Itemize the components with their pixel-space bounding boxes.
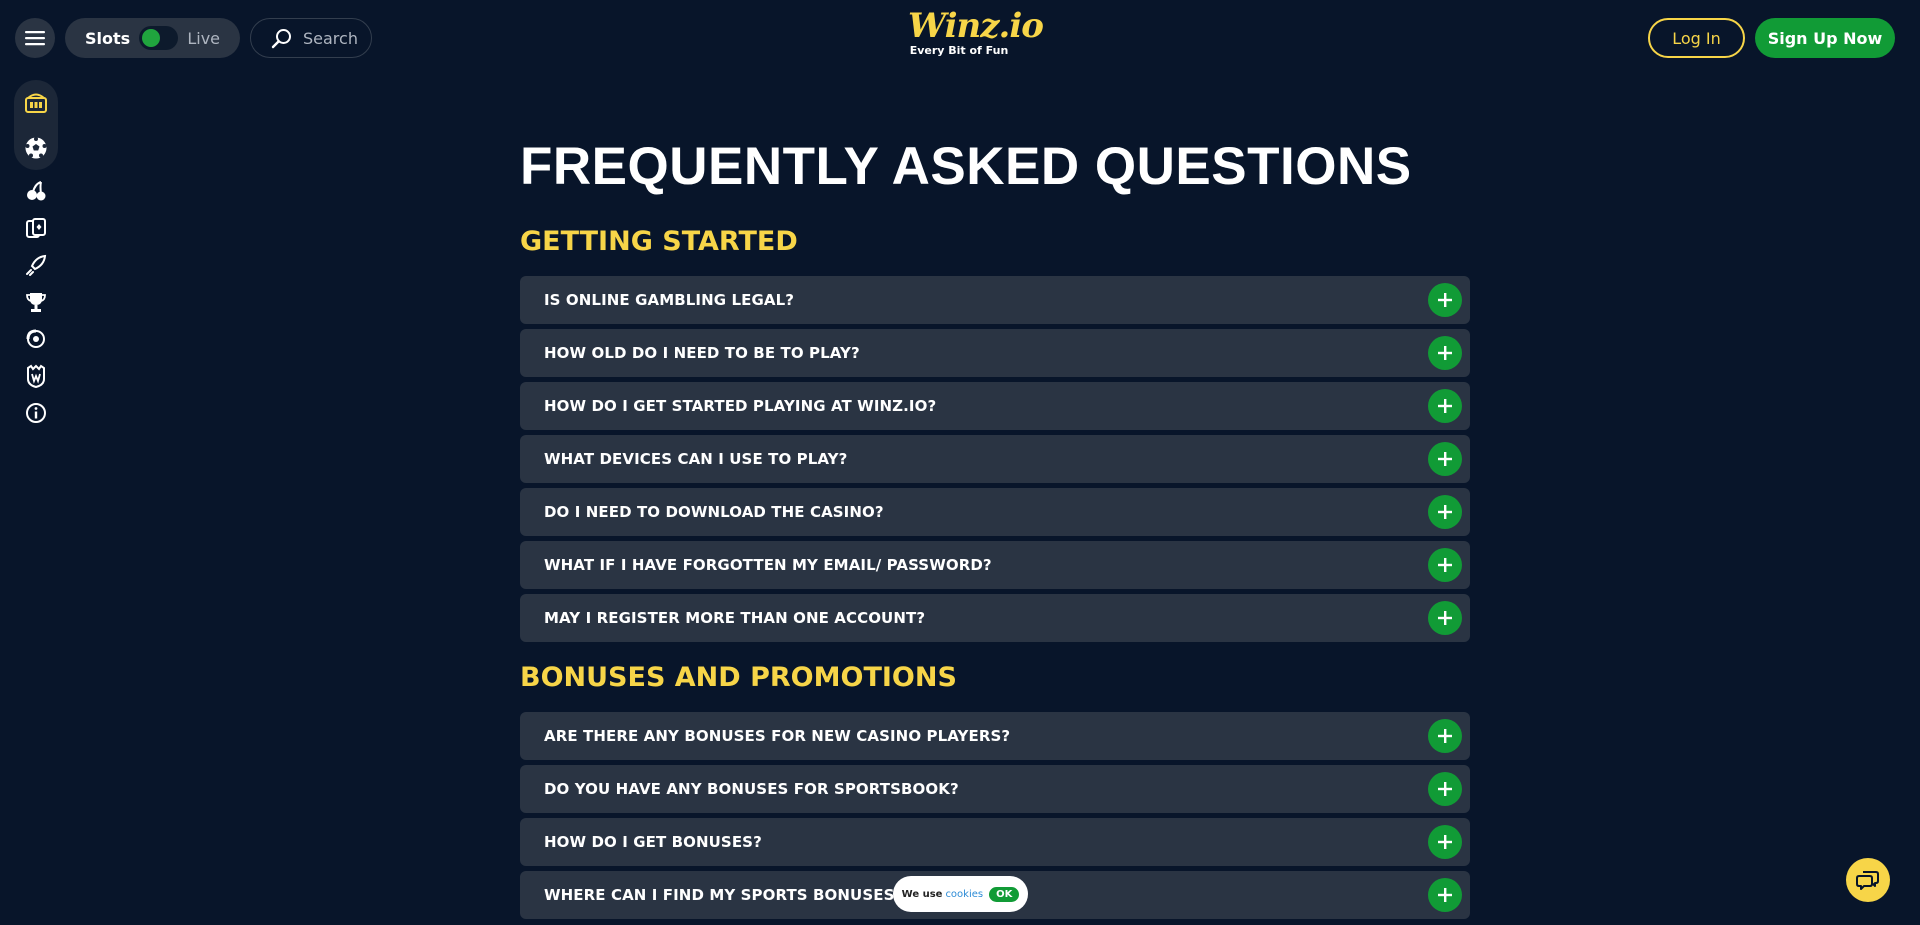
mode-switch[interactable] (139, 26, 179, 50)
toggle-label-slots[interactable]: Slots (85, 29, 130, 48)
faq-item[interactable]: HOW DO I GET STARTED PLAYING AT WINZ.IO? (520, 382, 1470, 430)
faq-question: IS ONLINE GAMBLING LEGAL? (544, 291, 795, 309)
plus-icon[interactable] (1428, 442, 1462, 476)
faq-question: DO YOU HAVE ANY BONUSES FOR SPORTSBOOK? (544, 780, 959, 798)
plus-icon[interactable] (1428, 336, 1462, 370)
cookie-link[interactable]: cookies (945, 889, 983, 900)
faq-question: DO I NEED TO DOWNLOAD THE CASINO? (544, 503, 884, 521)
login-button[interactable]: Log In (1648, 18, 1745, 58)
plus-icon[interactable] (1428, 601, 1462, 635)
top-bar: Slots Live Search Winz.io Every Bit of F… (0, 0, 1920, 76)
search-icon (271, 29, 291, 49)
faq-item[interactable]: ARE THERE ANY BONUSES FOR NEW CASINO PLA… (520, 712, 1470, 760)
chat-button[interactable] (1846, 858, 1890, 902)
cookie-ok-button[interactable]: OK (989, 886, 1020, 902)
faq-item[interactable]: WHAT DEVICES CAN I USE TO PLAY? (520, 435, 1470, 483)
faq-question: ARE THERE ANY BONUSES FOR NEW CASINO PLA… (544, 727, 1011, 745)
faq-question: WHERE CAN I FIND MY SPORTS BONUSES? (544, 886, 904, 904)
soccer-ball-icon[interactable] (14, 129, 58, 166)
faq-item[interactable]: IS ONLINE GAMBLING LEGAL? (520, 276, 1470, 324)
menu-button[interactable] (15, 18, 55, 58)
faq-question: WHAT DEVICES CAN I USE TO PLAY? (544, 450, 848, 468)
faq-item[interactable]: MAY I REGISTER MORE THAN ONE ACCOUNT? (520, 594, 1470, 642)
plus-icon[interactable] (1428, 548, 1462, 582)
plus-icon[interactable] (1428, 495, 1462, 529)
chat-icon (1856, 871, 1879, 890)
faq-item[interactable]: DO I NEED TO DOWNLOAD THE CASINO? (520, 488, 1470, 536)
faq-list-getting-started: IS ONLINE GAMBLING LEGAL? HOW OLD DO I N… (520, 276, 1470, 642)
faq-item[interactable]: HOW OLD DO I NEED TO BE TO PLAY? (520, 329, 1470, 377)
plus-icon[interactable] (1428, 878, 1462, 912)
section-title-getting-started: GETTING STARTED (520, 226, 798, 257)
sidebar-mode-pill (14, 80, 58, 170)
cookie-text: We use (901, 888, 943, 900)
toggle-label-live[interactable]: Live (187, 29, 220, 48)
plus-icon[interactable] (1428, 389, 1462, 423)
switch-knob (142, 29, 161, 47)
logo-tagline: Every Bit of Fun (909, 44, 1009, 57)
sidebar (14, 80, 58, 431)
search-input[interactable]: Search (250, 18, 372, 58)
faq-page: FREQUENTLY ASKED QUESTIONS GETTING START… (520, 130, 1470, 924)
trophy-icon[interactable] (14, 283, 58, 320)
winz-crest-icon[interactable] (14, 357, 58, 394)
logo-text: Winz.io (908, 6, 1044, 46)
plus-icon[interactable] (1428, 825, 1462, 859)
hamburger-icon (25, 31, 45, 46)
winz-logo[interactable]: Winz.io Every Bit of Fun (908, 6, 1044, 62)
info-icon[interactable] (14, 394, 58, 431)
faq-question: HOW DO I GET BONUSES? (544, 833, 762, 851)
sidebar-nav (14, 172, 58, 431)
faq-question: WHAT IF I HAVE FORGOTTEN MY EMAIL/ PASSW… (544, 556, 992, 574)
faq-item[interactable]: WHAT IF I HAVE FORGOTTEN MY EMAIL/ PASSW… (520, 541, 1470, 589)
section-title-bonuses: BONUSES AND PROMOTIONS (520, 662, 957, 693)
faq-item[interactable]: HOW DO I GET BONUSES? (520, 818, 1470, 866)
cookie-banner: We use cookies OK (893, 876, 1028, 912)
faq-item[interactable]: DO YOU HAVE ANY BONUSES FOR SPORTSBOOK? (520, 765, 1470, 813)
faq-question: MAY I REGISTER MORE THAN ONE ACCOUNT? (544, 609, 926, 627)
cards-icon[interactable] (14, 209, 58, 246)
search-placeholder: Search (303, 28, 358, 48)
rocket-icon[interactable] (14, 246, 58, 283)
signup-button[interactable]: Sign Up Now (1755, 18, 1895, 58)
faq-question: HOW OLD DO I NEED TO BE TO PLAY? (544, 344, 860, 362)
cherries-icon[interactable] (14, 172, 58, 209)
casino-icon[interactable] (14, 84, 58, 121)
support-icon[interactable] (14, 320, 58, 357)
plus-icon[interactable] (1428, 283, 1462, 317)
page-title: FREQUENTLY ASKED QUESTIONS (520, 137, 1412, 196)
plus-icon[interactable] (1428, 719, 1462, 753)
faq-question: HOW DO I GET STARTED PLAYING AT WINZ.IO? (544, 397, 937, 415)
plus-icon[interactable] (1428, 772, 1462, 806)
slots-live-toggle: Slots Live (65, 18, 240, 58)
